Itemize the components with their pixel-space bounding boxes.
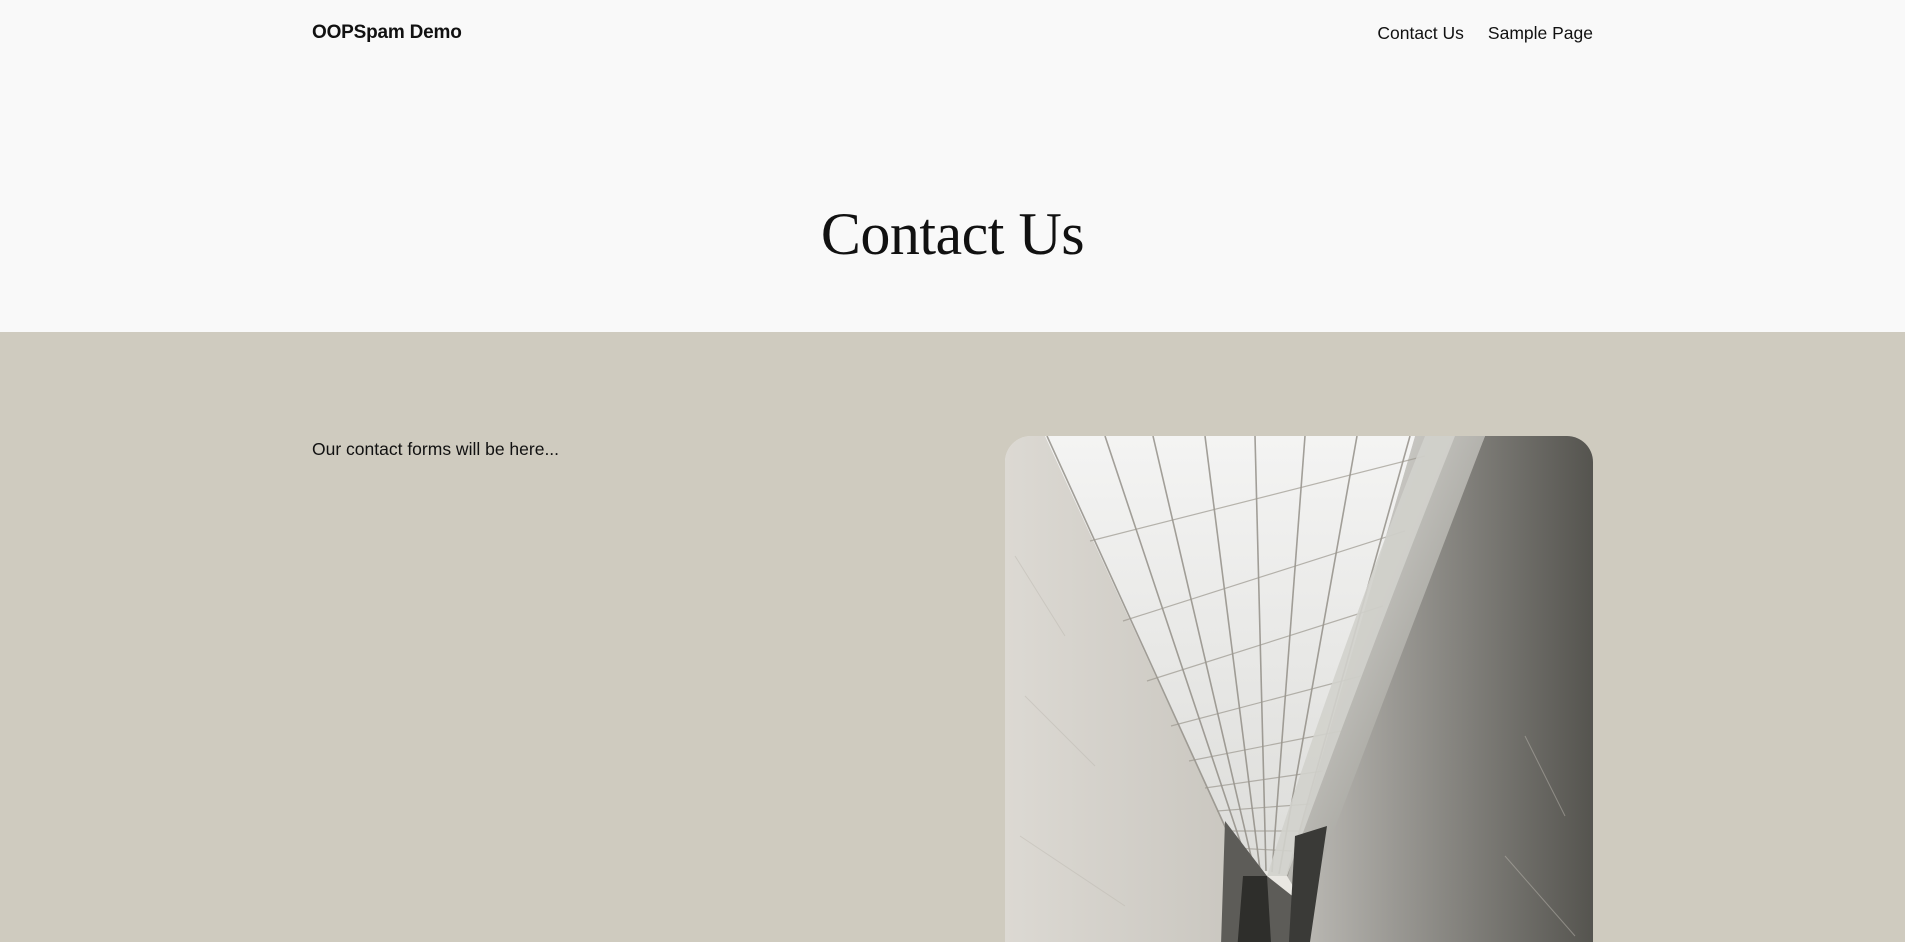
content-section: Our contact forms will be here...	[0, 332, 1905, 942]
site-header: OOPSpam Demo Contact Us Sample Page	[0, 0, 1905, 70]
architecture-image	[1005, 436, 1593, 942]
intro-text: Our contact forms will be here...	[312, 439, 560, 459]
nav-link-sample-page[interactable]: Sample Page	[1488, 23, 1593, 44]
primary-navigation: Contact Us Sample Page	[1377, 23, 1593, 44]
architecture-skylight-illustration	[1005, 436, 1593, 942]
nav-link-contact-us[interactable]: Contact Us	[1377, 23, 1464, 44]
site-title-link[interactable]: OOPSpam Demo	[312, 22, 462, 44]
page-title: Contact Us	[820, 201, 1085, 267]
page-hero: Contact Us	[0, 70, 1905, 332]
